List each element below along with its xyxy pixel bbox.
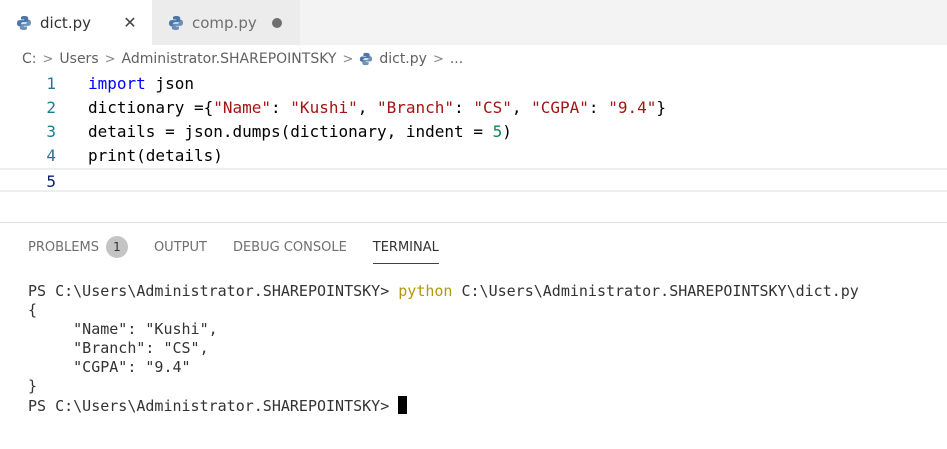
chevron-right-icon: >: [42, 51, 54, 67]
code-token: dictionary ={: [88, 98, 214, 117]
tab-problems[interactable]: PROBLEMS 1: [28, 232, 128, 262]
code-text: print(details): [88, 144, 223, 168]
breadcrumb: C: > Users > Administrator.SHAREPOINTSKY…: [22, 48, 463, 70]
code-token: "CGPA": [531, 98, 589, 117]
terminal-final-line: PS C:\Users\Administrator.SHAREPOINTSKY>: [28, 396, 938, 415]
line-number: 3: [46, 122, 56, 141]
python-file-icon: [360, 52, 373, 66]
breadcrumb-drive[interactable]: C:: [22, 51, 37, 67]
line-number: 1: [46, 74, 56, 93]
tab-output[interactable]: OUTPUT: [154, 232, 207, 262]
tab-problems-label: PROBLEMS: [28, 239, 99, 255]
tab-debug-console-label: DEBUG CONSOLE: [232, 239, 347, 255]
code-token: "Name": [213, 98, 272, 117]
code-line[interactable]: 4 print(details): [0, 144, 947, 168]
terminal-command: python: [398, 282, 453, 300]
breadcrumb-more[interactable]: ...: [450, 51, 463, 67]
tab-comp-py[interactable]: comp.py: [152, 0, 300, 45]
code-token: :: [588, 98, 609, 117]
panel-divider: [0, 222, 947, 223]
breadcrumb-users[interactable]: Users: [59, 51, 98, 67]
terminal-output-line: {: [28, 301, 38, 319]
code-token: "CS": [473, 98, 512, 117]
problems-count-badge: 1: [105, 236, 128, 258]
chevron-right-icon: >: [342, 51, 354, 67]
code-token: "Branch": [377, 98, 455, 117]
breadcrumb-file[interactable]: dict.py: [379, 51, 427, 67]
panel-tab-bar: PROBLEMS 1 OUTPUT DEBUG CONSOLE TERMINAL: [28, 232, 465, 264]
code-line[interactable]: 5: [0, 168, 947, 192]
terminal-command-line: PS C:\Users\Administrator.SHAREPOINTSKY>…: [28, 282, 938, 301]
code-text: import json: [88, 72, 194, 96]
code-token: :: [454, 98, 474, 117]
code-token: print(details): [88, 146, 223, 165]
tab-terminal-label: TERMINAL: [372, 239, 439, 255]
code-token: }: [656, 98, 666, 117]
terminal[interactable]: PS C:\Users\Administrator.SHAREPOINTSKY>…: [28, 282, 938, 442]
tab-label: comp.py: [192, 13, 257, 32]
python-file-icon: [169, 15, 183, 30]
code-editor[interactable]: 1 import json 2 dictionary ={"Name": "Kushi…: [0, 72, 947, 192]
line-number: 4: [46, 146, 56, 165]
tab-output-label: OUTPUT: [153, 239, 207, 255]
breadcrumb-folder[interactable]: Administrator.SHAREPOINTSKY: [122, 51, 337, 67]
code-token: :: [271, 98, 291, 117]
tab-debug-console[interactable]: DEBUG CONSOLE: [233, 232, 347, 262]
code-line[interactable]: 1 import json: [0, 72, 947, 96]
line-number: 2: [46, 98, 56, 117]
tab-dict-py[interactable]: dict.py ✕: [0, 0, 152, 45]
terminal-output-line: "Branch": "CS",: [28, 339, 209, 357]
chevron-right-icon: >: [432, 51, 444, 67]
code-line[interactable]: 2 dictionary ={"Name": "Kushi", "Branch":…: [0, 96, 947, 120]
tab-terminal[interactable]: TERMINAL: [372, 232, 440, 264]
terminal-cursor: [398, 396, 408, 414]
code-token: "Kushi": [290, 98, 358, 117]
terminal-output-line: "CGPA": "9.4": [28, 358, 191, 376]
terminal-prompt: PS C:\Users\Administrator.SHAREPOINTSKY>: [28, 282, 399, 300]
python-file-icon: [17, 15, 31, 30]
terminal-args: C:\Users\Administrator.SHAREPOINTSKY\dic…: [452, 282, 859, 300]
editor-tab-bar: dict.py ✕ comp.py: [0, 0, 947, 45]
code-token: ,: [357, 98, 377, 117]
code-token: 5: [492, 122, 503, 141]
code-token: json: [145, 74, 194, 93]
unsaved-dot-icon[interactable]: [272, 17, 282, 28]
code-token: import: [88, 74, 146, 93]
line-number: 5: [46, 172, 56, 191]
code-text: details = json.dumps(dictionary, indent …: [88, 120, 512, 144]
code-line[interactable]: 3 details = json.dumps(dictionary, indent…: [0, 120, 947, 144]
terminal-output-line: "Name": "Kushi",: [28, 320, 218, 338]
code-text: dictionary ={"Name": "Kushi", "Branch": …: [88, 96, 666, 120]
code-token: ,: [511, 98, 532, 117]
code-token: details = json.dumps(dictionary, indent …: [88, 122, 493, 141]
terminal-prompt: PS C:\Users\Administrator.SHAREPOINTSKY>: [28, 397, 399, 415]
close-icon[interactable]: ✕: [122, 13, 138, 32]
chevron-right-icon: >: [104, 51, 116, 67]
code-token: "9.4": [608, 98, 657, 117]
terminal-output-line: }: [28, 377, 38, 395]
code-token: ): [502, 122, 512, 141]
tab-label: dict.py: [40, 13, 91, 32]
